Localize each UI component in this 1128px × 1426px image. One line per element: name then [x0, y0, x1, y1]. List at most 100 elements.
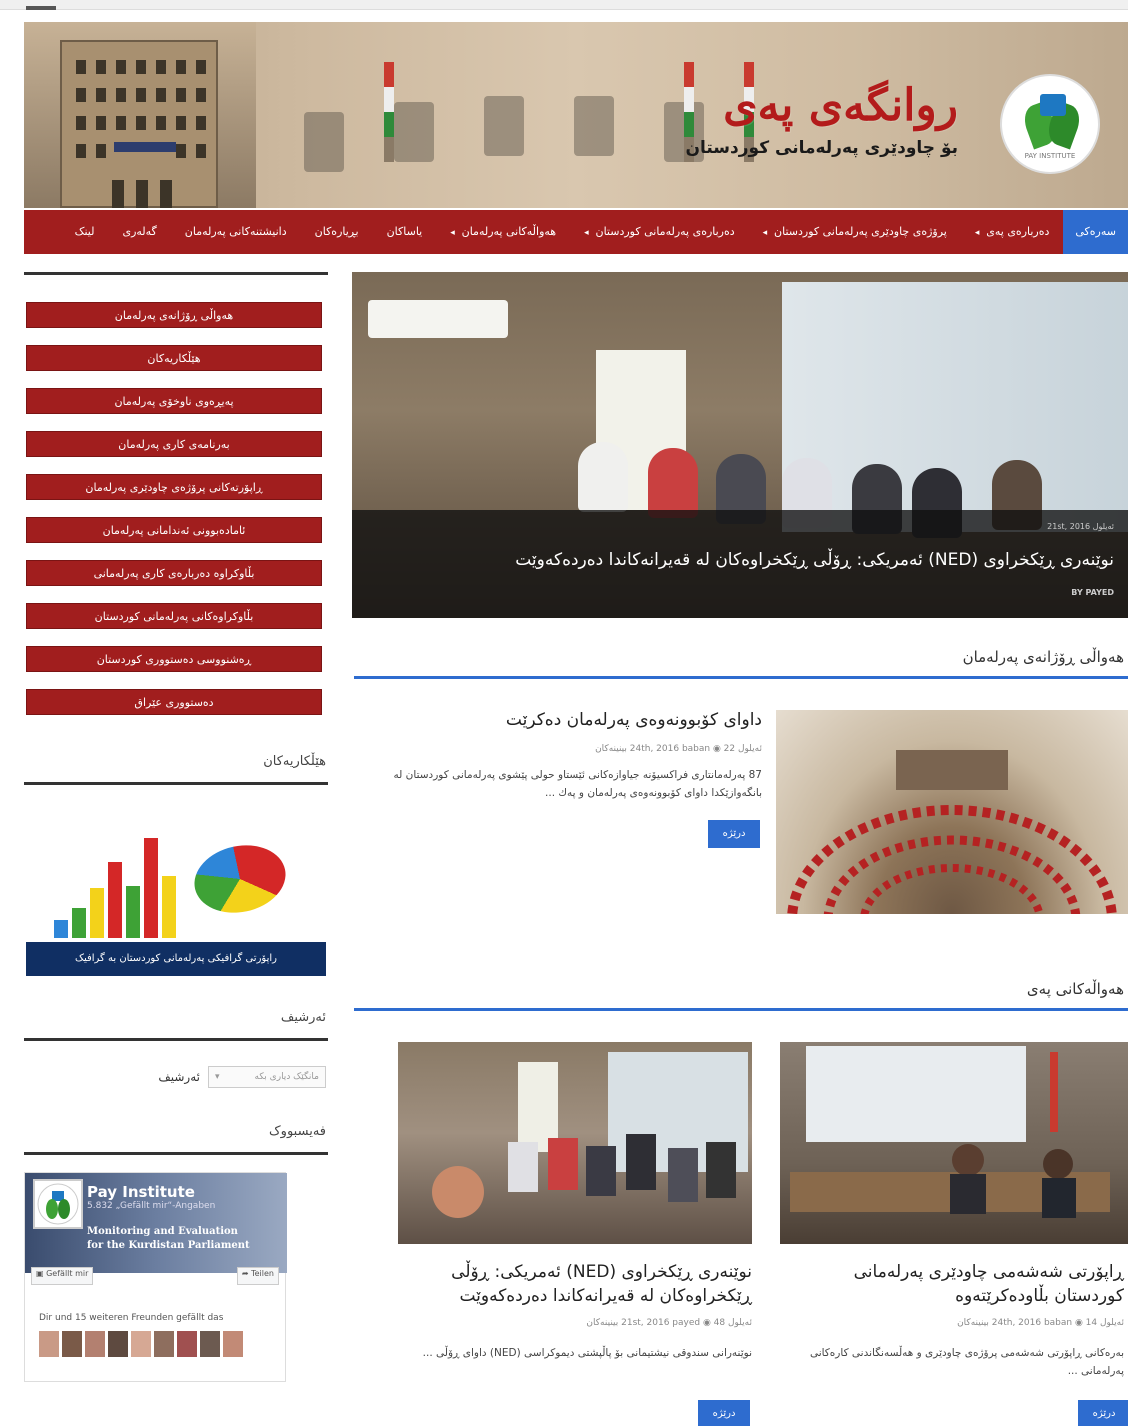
featured-read-more-button[interactable]: درێژە	[708, 820, 760, 848]
nav-item-9[interactable]: لینک	[61, 210, 109, 254]
friend-avatar[interactable]	[154, 1331, 174, 1357]
nav-item-label: پرۆژەی چاودێری پەرلەمانی كوردستان	[774, 225, 947, 238]
hero-slider[interactable]: ئەيلول 21st, 2016 نوێنەری ڕێكخراوی (NED)…	[352, 272, 1128, 618]
archive-widget-title: ئەرشیف	[280, 1010, 326, 1025]
archive-label: ئەرشیف	[158, 1070, 200, 1084]
logo-text: PAY INSTITUTE	[1024, 152, 1076, 160]
nav-item-5[interactable]: یاساکان	[373, 210, 437, 254]
charts-widget-banner[interactable]: راپۆرتی گرافیکی پەرلەمانی كوردستان بە گر…	[26, 942, 326, 976]
nav-item-1[interactable]: دەربارەی پەی ◂	[961, 210, 1064, 254]
friend-avatar[interactable]	[39, 1331, 59, 1357]
nav-item-3[interactable]: دەربارەی پەرلەمانی كوردستان ◂	[570, 210, 749, 254]
site-title[interactable]: روانگەی پەی	[723, 80, 958, 131]
facebook-like-count: 5.832 „Gefällt mir“-Angaben	[87, 1201, 216, 1211]
facebook-share-label: Teilen	[251, 1269, 274, 1278]
nav-item-2[interactable]: پرۆژەی چاودێری پەرلەمانی كوردستان ◂	[749, 210, 961, 254]
charts-widget-rule	[24, 782, 328, 785]
news-post-right-meta: ئەيلول 24th, 2016 baban ◉ 14 بینینەکان	[957, 1318, 1124, 1328]
pay-news-section-title[interactable]: هەواڵەکانی پەی	[1027, 980, 1124, 998]
sidebar-button-6[interactable]: بڵاوکراوە دەربارەی کاری پەرلەمانی	[26, 560, 322, 586]
facebook-page-plugin[interactable]: Pay Institute 5.832 „Gefällt mir“-Angabe…	[24, 1172, 287, 1382]
nav-item-label: هەواڵەکانی پەرلەمان	[461, 225, 557, 238]
friend-avatar[interactable]	[223, 1331, 243, 1357]
facebook-like-label: Gefällt mir	[46, 1269, 89, 1278]
nav-item-6[interactable]: بڕیارەکان	[301, 210, 373, 254]
share-icon: ➦	[241, 1269, 252, 1278]
site-header: روانگەی پەی بۆ چاودێری پەرلەمانی كوردستا…	[24, 22, 1128, 208]
friend-avatar[interactable]	[131, 1331, 151, 1357]
nav-item-label: یاساکان	[386, 225, 423, 238]
caret-down-icon: ◂	[974, 228, 983, 238]
archive-widget-rule	[24, 1038, 328, 1041]
nav-item-label: دەربارەی پەی	[986, 225, 1050, 238]
friend-avatar[interactable]	[62, 1331, 82, 1357]
caret-down-icon: ◂	[762, 228, 771, 238]
friend-avatar[interactable]	[108, 1331, 128, 1357]
facebook-page-name[interactable]: Pay Institute	[87, 1183, 195, 1201]
pay-institute-logo[interactable]: PAY INSTITUTE	[1000, 74, 1100, 174]
daily-news-section-rule	[354, 676, 1128, 679]
friend-avatar[interactable]	[177, 1331, 197, 1357]
hero-date: ئەيلول 21st, 2016	[1047, 522, 1114, 531]
facebook-page-avatar[interactable]	[33, 1179, 83, 1229]
nav-item-8[interactable]: گەلەری	[108, 210, 170, 254]
featured-post-meta: ئەيلول 24th, 2016 baban ◉ 22 بینینەکان	[595, 744, 762, 754]
sidebar-button-2[interactable]: پەیڕەوی ناوخۆی پەرلەمان	[26, 388, 322, 414]
charts-widget-image[interactable]: راپۆرتی گرافیکی پەرلەمانی كوردستان بە گر…	[26, 790, 326, 976]
sidebar-button-3[interactable]: بەرنامەی کاری پەرلەمان	[26, 431, 322, 457]
nav-item-label: گەلەری	[122, 225, 157, 238]
featured-post-title[interactable]: داوای کۆبوونەوەی پەرلەمان دەکرێت	[372, 708, 762, 732]
news-post-left-title[interactable]: نوێنەری ڕێكخراوی (NED) ئەمریكی: ڕۆڵی ڕێك…	[392, 1260, 752, 1308]
friend-avatar[interactable]	[200, 1331, 220, 1357]
news-post-right-image[interactable]	[780, 1042, 1128, 1244]
sidebar-button-8[interactable]: ڕەشنووسی دەستووری كوردستان	[26, 646, 322, 672]
hero-author[interactable]: BY PAYED	[1071, 588, 1114, 597]
daily-news-section-title[interactable]: هەواڵی ڕۆژانەی پەرلەمان	[963, 648, 1124, 666]
nav-item-7[interactable]: دانیشتنەکانی پەرلەمان	[171, 210, 301, 254]
news-post-right-title[interactable]: ڕاپۆرتی شەشەمی چاودێری پەرلەمانی كوردستا…	[794, 1260, 1124, 1308]
caret-down-icon: ◂	[450, 228, 458, 238]
nav-item-label: لینک	[74, 225, 95, 238]
sidebar-button-0[interactable]: هەواڵی ڕۆژانەی پەرلەمان	[26, 302, 322, 328]
news-post-right-excerpt: بەرەکانی ڕاپۆرتی شەشەمی پرۆژەی چاودێری و…	[809, 1347, 1124, 1377]
facebook-like-button[interactable]: ▣ Gefällt mir	[31, 1267, 94, 1285]
facebook-friend-faces	[39, 1331, 243, 1357]
archive-row: ئەرشیف مانگێک دیاری بکە ▾	[158, 1066, 326, 1088]
facebook-share-button[interactable]: ➦ Teilen	[236, 1267, 279, 1285]
caret-down-icon: ◂	[584, 228, 592, 238]
site-subtitle: بۆ چاودێری پەرلەمانی كوردستان	[685, 138, 958, 158]
nav-item-label: بڕیارەکان	[314, 225, 359, 238]
sidebar-button-7[interactable]: بڵاوکراوەکانی پەرلەمانی كوردستان	[26, 603, 322, 629]
parliament-building-image	[24, 22, 256, 208]
hero-air-conditioner	[368, 300, 508, 338]
friend-avatar[interactable]	[85, 1331, 105, 1357]
news-post-left-meta: ئەيلول 21st, 2016 payed ◉ 48 بینینەکان	[586, 1318, 752, 1328]
browser-top-strip	[0, 0, 1128, 10]
chevron-down-icon: ▾	[215, 1072, 220, 1082]
pay-news-section-rule	[354, 1008, 1128, 1011]
scroll-tick	[26, 6, 56, 10]
nav-item-0[interactable]: سەرەکی	[1063, 210, 1128, 254]
archive-select[interactable]: مانگێک دیاری بکە ▾	[208, 1066, 326, 1088]
news-post-left-image[interactable]	[398, 1042, 752, 1244]
facebook-tagline-line-2: for the Kurdistan Parliament	[87, 1240, 250, 1251]
hero-title-link[interactable]: نوێنەری ڕێكخراوی (NED) ئەمریكی: ڕۆڵی ڕێك…	[515, 550, 1114, 570]
sidebar-button-5[interactable]: ئامادەبوونی ئەندامانی پەرلەمان	[26, 517, 322, 543]
sidebar: هەواڵی ڕۆژانەی پەرلەمان هێڵکاریەکان پەیڕەو…	[24, 272, 328, 1382]
sidebar-button-4[interactable]: ڕاپۆرتەکانی پرۆژەی چاودێری پەرلەمان	[26, 474, 322, 500]
main-navigation: سەرەکی دەربارەی پەی ◂ پرۆژەی چاودێری پەرلە…	[24, 210, 1128, 254]
news-post-right-read-more-button[interactable]: درێژە	[1078, 1400, 1128, 1426]
sidebar-button-9[interactable]: دەستووری عێراق	[26, 689, 322, 715]
news-post-left-excerpt: نوێنەرانی سندوقی نیشتیمانی بۆ پاڵپشتی دی…	[422, 1347, 752, 1359]
thumbs-up-icon: ▣	[36, 1269, 47, 1278]
news-post-left-read-more-button[interactable]: درێژە	[698, 1400, 750, 1426]
nav-item-4[interactable]: هەواڵەکانی پەرلەمان ◂	[436, 210, 570, 254]
facebook-widget-title: فەیسبووک	[269, 1124, 326, 1139]
facebook-tagline-line-1: Monitoring and Evaluation	[87, 1226, 238, 1237]
nav-item-label: دەربارەی پەرلەمانی كوردستان	[595, 225, 735, 238]
charts-widget-title: هێڵکاریەکان	[263, 754, 326, 769]
facebook-actions: ▣ Gefällt mir ➦ Teilen	[31, 1267, 279, 1285]
nav-item-label: دانیشتنەکانی پەرلەمان	[184, 225, 287, 238]
featured-post-image[interactable]	[776, 710, 1128, 914]
sidebar-button-1[interactable]: هێڵکاریەکان	[26, 345, 322, 371]
